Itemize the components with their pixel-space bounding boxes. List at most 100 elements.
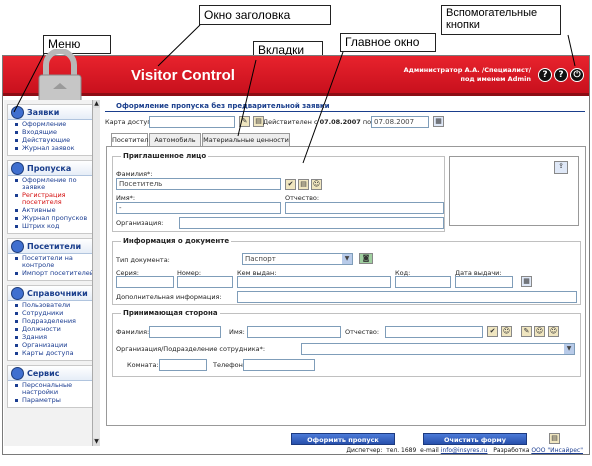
edit-icon[interactable]: ✎ xyxy=(521,326,532,337)
host-surname-label: Фамилия: xyxy=(116,328,150,336)
organization-label: Организация: xyxy=(116,219,164,227)
camera-upload-icon[interactable]: ⇪ xyxy=(554,161,568,174)
check-icon[interactable]: ✔ xyxy=(285,179,296,190)
menu-section-header[interactable]: Пропуска xyxy=(8,161,95,176)
room-input[interactable] xyxy=(159,359,207,371)
help-button[interactable]: ? xyxy=(538,68,552,82)
menu-item[interactable]: Импорт посетителей xyxy=(8,270,95,277)
person-search-icon[interactable]: ☺ xyxy=(501,326,512,337)
title-bar: Visitor Control Администратор А.А. /Спец… xyxy=(3,49,589,106)
tab-car[interactable]: Автомобиль xyxy=(149,133,201,146)
menu-item[interactable]: Параметры xyxy=(8,397,95,404)
developer-link[interactable]: ООО "Инсайрес" xyxy=(531,447,583,454)
extra-info-input[interactable] xyxy=(237,291,577,303)
host-name-input[interactable] xyxy=(247,326,341,338)
number-input[interactable] xyxy=(177,276,233,288)
person-icon[interactable]: ☺ xyxy=(311,179,322,190)
calendar-icon[interactable]: ▦ xyxy=(521,276,532,287)
menu-section-header[interactable]: Справочники xyxy=(8,286,95,301)
valid-to-input[interactable]: 07.08.2007 xyxy=(371,116,429,128)
doc-type-select[interactable]: Паспорт ▼ xyxy=(242,253,353,265)
menu-item[interactable]: Оформление xyxy=(8,121,95,128)
person-add-icon[interactable]: ☺ xyxy=(534,326,545,337)
clear-form-button[interactable]: Очистить форму xyxy=(423,433,527,445)
menu-section-visitors: Посетители Посетители на контроле Импорт… xyxy=(7,238,96,281)
user-info: Администратор А.А. /Специалист/ под имен… xyxy=(404,66,531,84)
service-icon xyxy=(11,367,24,380)
email-link[interactable]: info@insyres.ru xyxy=(441,447,488,454)
host-surname-input[interactable] xyxy=(149,326,221,338)
help-contents-button[interactable]: ? xyxy=(554,68,568,82)
passes-icon xyxy=(11,162,24,175)
callout-main-window: Главное окно xyxy=(340,33,436,52)
calendar-icon[interactable]: ▦ xyxy=(433,116,444,127)
menu-item[interactable]: Организации xyxy=(8,342,95,349)
menu-item[interactable]: Должности xyxy=(8,326,95,333)
tab-valuables[interactable]: Материальные ценности xyxy=(202,133,290,146)
name-label: Имя*: xyxy=(116,194,136,202)
camera-icon[interactable]: ◙ xyxy=(359,253,373,264)
code-input[interactable] xyxy=(395,276,451,288)
valid-from-label: Действителен с 07.08.2007 по xyxy=(263,118,372,126)
menu-item[interactable]: Журнал пропусков xyxy=(8,215,95,222)
menu-section-header[interactable]: Заявки xyxy=(8,105,95,120)
patronymic-input[interactable] xyxy=(285,202,444,214)
menu-item[interactable]: Активные xyxy=(8,207,95,214)
room-label: Комната: xyxy=(127,361,159,369)
host-name-label: Имя: xyxy=(229,328,245,336)
pencil-icon[interactable]: ✎ xyxy=(239,116,250,127)
person-icon[interactable]: ☺ xyxy=(548,326,559,337)
sidebar-scrollbar[interactable]: ▲ ▼ xyxy=(92,100,100,446)
menu-item[interactable]: Посетители на контроле xyxy=(8,255,95,269)
check-icon[interactable]: ✔ xyxy=(487,326,498,337)
issued-by-input[interactable] xyxy=(237,276,391,288)
menu-section-requests: Заявки Оформление Входящие Действующие Ж… xyxy=(7,104,96,156)
organization-input[interactable] xyxy=(179,217,444,229)
issue-date-input[interactable] xyxy=(455,276,513,288)
power-icon: ⏻ xyxy=(573,70,581,80)
email-label: e-mail xyxy=(420,447,439,454)
tab-visitor[interactable]: Посетитель xyxy=(111,133,152,147)
menu-section-header[interactable]: Посетители xyxy=(8,239,95,254)
menu-item[interactable]: Подразделения xyxy=(8,318,95,325)
print-icon[interactable]: ▤ xyxy=(549,433,560,444)
menu-item[interactable]: Карты доступа xyxy=(8,350,95,357)
visitors-icon xyxy=(11,240,24,253)
scroll-down-icon[interactable]: ▼ xyxy=(93,438,100,446)
menu-item[interactable]: Сотрудники xyxy=(8,310,95,317)
name-input[interactable]: - xyxy=(116,202,281,214)
status-bar: Диспетчер: тел. 1689 e-mail info@insyres… xyxy=(3,447,589,455)
menu-item[interactable]: Действующие xyxy=(8,137,95,144)
menu-section-header[interactable]: Сервис xyxy=(8,366,95,381)
access-card-input[interactable] xyxy=(149,116,235,128)
main-window: Оформление пропуска без предварительной … xyxy=(103,100,587,446)
menu-item[interactable]: Пользователи xyxy=(8,302,95,309)
logout-button[interactable]: ⏻ xyxy=(570,68,584,82)
menu-item-active[interactable]: Регистрация посетителя xyxy=(8,192,95,206)
chevron-down-icon: ▼ xyxy=(342,254,352,264)
menu-item[interactable]: Штрих код xyxy=(8,223,95,230)
menu-item[interactable]: Здания xyxy=(8,334,95,341)
document-icon[interactable]: ▤ xyxy=(298,179,309,190)
form-title: Оформление пропуска без предварительной … xyxy=(116,102,330,110)
document-info-fieldset: Информация о документе Тип документа: Па… xyxy=(112,237,581,305)
menu-item[interactable]: Оформление по заявке xyxy=(8,177,95,191)
phone-input[interactable] xyxy=(243,359,315,371)
menu-item[interactable]: Журнал заявок xyxy=(8,145,95,152)
menu-section-passes: Пропуска Оформление по заявке Регистраци… xyxy=(7,160,96,234)
submit-pass-button[interactable]: Оформить пропуск xyxy=(291,433,395,445)
tab-panel: Приглашенное лицо Фамилия*: Посетитель ✔… xyxy=(106,146,586,426)
app-title: Visitor Control xyxy=(131,67,235,84)
scroll-up-icon[interactable]: ▲ xyxy=(93,100,100,108)
surname-input[interactable]: Посетитель xyxy=(116,178,281,190)
menu-item[interactable]: Персональные настройки xyxy=(8,382,95,396)
application-window: Visitor Control Администратор А.А. /Спец… xyxy=(2,49,590,455)
phone-label: Телефон: xyxy=(213,361,246,369)
host-org-select[interactable]: ▼ xyxy=(301,343,575,355)
user-line-login: под именем Admin xyxy=(460,75,531,83)
menu-item[interactable]: Входящие xyxy=(8,129,95,136)
user-line-role: Администратор А.А. /Специалист/ xyxy=(403,66,531,74)
series-input[interactable] xyxy=(116,276,174,288)
host-patronymic-input[interactable] xyxy=(385,326,483,338)
sidebar-menu: Заявки Оформление Входящие Действующие Ж… xyxy=(4,100,100,446)
